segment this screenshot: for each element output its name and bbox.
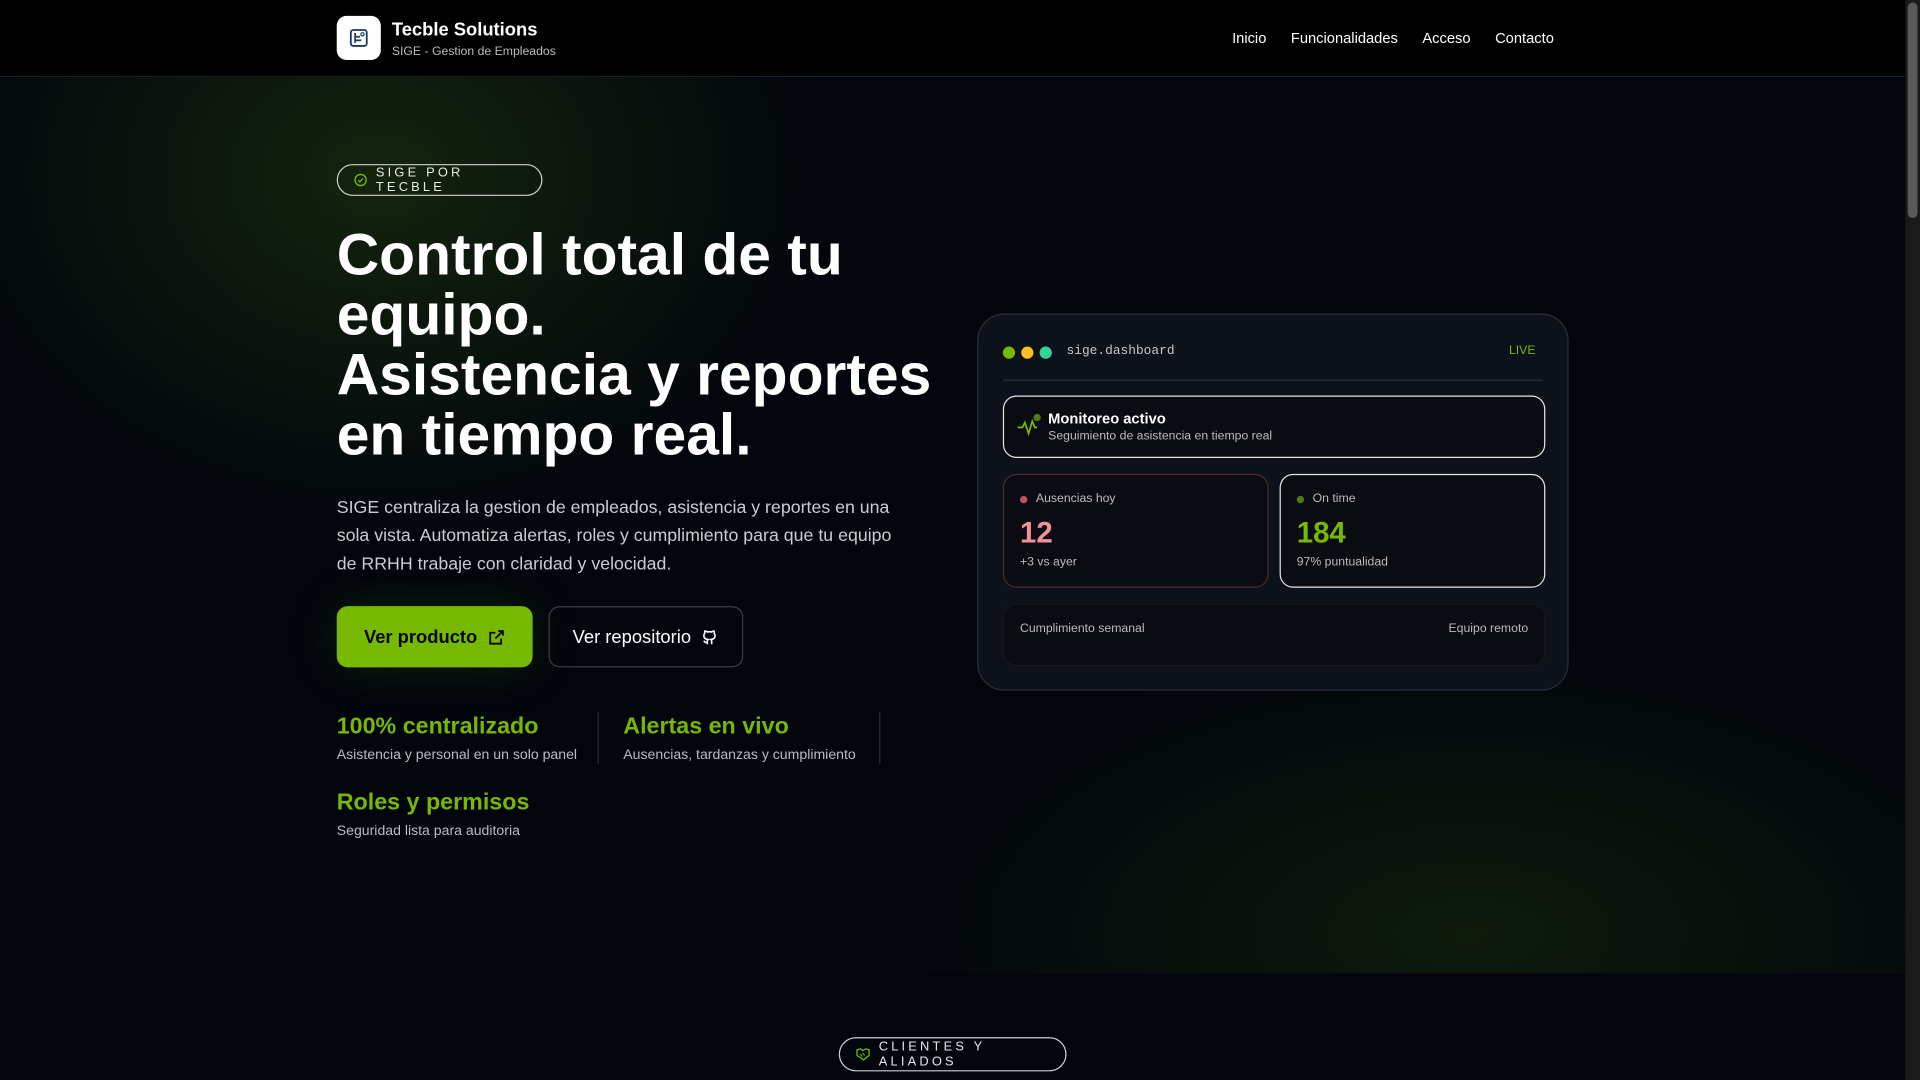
monitor-card: Monitoreo activo Seguimiento de asistenc… (1002, 395, 1546, 458)
window-dot-green (1002, 346, 1016, 359)
ver-producto-label: Ver producto (363, 626, 478, 648)
ontime-card: On time 184 97% puntualidad (1279, 473, 1546, 588)
title-line: en tiempo real. (336, 402, 752, 468)
window-dot-yellow (1021, 346, 1034, 359)
divider (1002, 379, 1543, 381)
nav-links: Inicio Funcionalidades Acceso Contacto (1232, 29, 1554, 46)
top-navbar: Tecble Solutions SIGE - Gestion de Emple… (0, 0, 1906, 78)
ontime-note: 97% puntualidad (1296, 555, 1388, 570)
absences-label: Ausencias hoy (1035, 492, 1116, 506)
absences-note: +3 vs ayer (1020, 555, 1077, 570)
title-line: Control total de tu (336, 222, 843, 288)
ontime-dot (1296, 495, 1305, 504)
hero-title: Control total de tu equipo. Asistencia y… (337, 225, 949, 465)
scrollbar-thumb[interactable] (1907, 2, 1918, 218)
hero-badge: SIGE POR TECBLE (336, 164, 543, 196)
absences-value: 12 (1020, 516, 1053, 550)
workflow-icon (349, 29, 368, 47)
clients-badge: CLIENTES Y ALIADOS (838, 1037, 1067, 1072)
handshake-icon (856, 1048, 870, 1061)
brand-name: Tecble Solutions (391, 19, 538, 41)
clients-badge-label: CLIENTES Y ALIADOS (878, 1039, 986, 1069)
badge-check-icon (354, 173, 367, 187)
stat-alertas: Alertas en vivo Ausencias, tardanzas y cu… (623, 714, 855, 763)
live-indicator: LIVE (1508, 344, 1536, 358)
hero-description: SIGE centraliza la gestion de empleados,… (336, 498, 892, 575)
window-dot-teal (1039, 346, 1052, 359)
title-line: Asistencia y reportes (336, 342, 932, 408)
ontime-label: On time (1312, 492, 1356, 506)
title-line: equipo. (336, 282, 546, 348)
absences-card: Ausencias hoy 12 +3 vs ayer (1002, 473, 1269, 588)
external-link-icon (488, 629, 504, 644)
activity-icon (1017, 413, 1041, 437)
weekly-card: Cumplimiento semanal Equipo remoto (1002, 603, 1546, 667)
ver-producto-button[interactable]: Ver producto (336, 606, 533, 668)
ver-repositorio-button[interactable]: Ver repositorio (548, 606, 744, 668)
stat-title: Roles y permisos (336, 789, 530, 816)
page: Tecble Solutions SIGE - Gestion de Emple… (0, 0, 1920, 1080)
stat-title: 100% centralizado (336, 713, 539, 740)
stat-subtitle: Seguridad lista para auditoria (336, 824, 520, 839)
nav-funcionalidades[interactable]: Funcionalidades (1291, 29, 1398, 46)
stat-title: Alertas en vivo (623, 713, 789, 740)
absences-dot (1020, 495, 1028, 504)
nav-acceso[interactable]: Acceso (1422, 29, 1470, 46)
ver-repositorio-label: Ver repositorio (572, 626, 692, 648)
hero-section: SIGE POR TECBLE Control total de tu equi… (0, 77, 1906, 974)
brand-logo[interactable] (336, 15, 381, 61)
nav-contacto[interactable]: Contacto (1495, 29, 1554, 46)
divider (597, 711, 599, 765)
dashboard-preview: sige.dashboard LIVE Monitoreo activo Seg… (977, 313, 1569, 691)
stat-subtitle: Ausencias, tardanzas y cumplimiento (623, 748, 856, 763)
stat-roles: Roles y permisos Seguridad lista para aud… (337, 790, 530, 839)
window-title: sige.dashboard (1066, 344, 1175, 359)
divider (879, 711, 881, 765)
monitor-subtitle: Seguimiento de asistencia en tiempo real (1048, 429, 1273, 444)
github-icon (703, 629, 717, 644)
hero-badge-label: SIGE POR TECBLE (375, 165, 464, 195)
ontime-value: 184 (1296, 516, 1346, 550)
stat-centralizado: 100% centralizado Asistencia y personal e… (337, 714, 577, 763)
nav-inicio[interactable]: Inicio (1232, 29, 1266, 46)
monitor-title: Monitoreo activo (1048, 410, 1166, 428)
stat-subtitle: Asistencia y personal en un solo panel (336, 748, 578, 763)
remote-label: Equipo remoto (1448, 622, 1529, 636)
brand-subtitle: SIGE - Gestion de Empleados (391, 45, 556, 59)
weekly-label: Cumplimiento semanal (1020, 622, 1145, 636)
